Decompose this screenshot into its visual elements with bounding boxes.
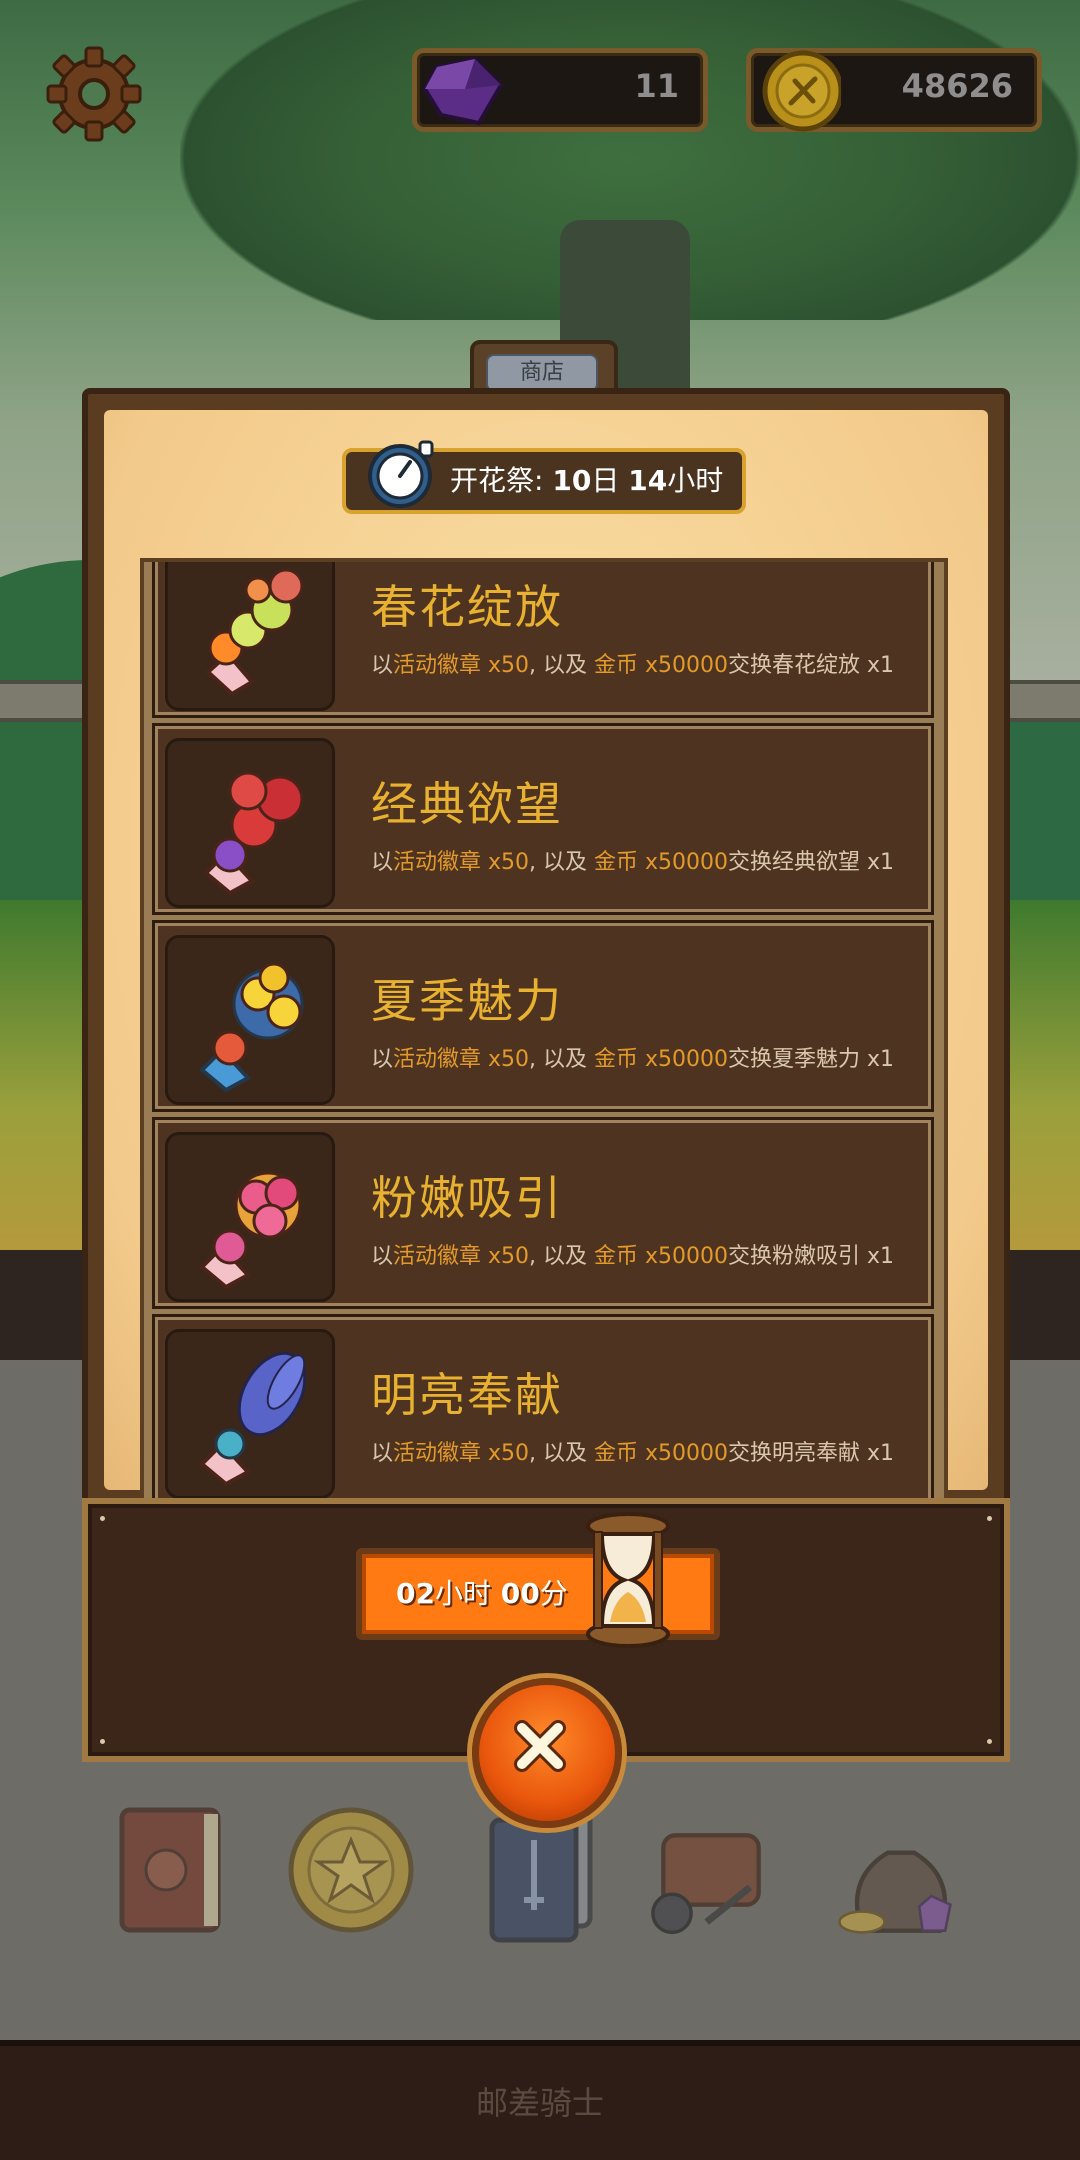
spring-bouquet-icon — [165, 562, 335, 711]
quest-book-icon[interactable] — [108, 1790, 238, 1950]
event-timer: 开花祭: 10日 14小时 — [342, 440, 746, 514]
item-description: 以活动徽章 x50, 以及 金币 x50000交换夏季魅力 x1 — [371, 1047, 895, 1072]
item-name: 明亮奉献 — [371, 1368, 563, 1422]
coin-count: 48626 — [901, 67, 1013, 105]
inventory-bag-icon[interactable] — [646, 1790, 776, 1950]
hourglass-icon — [586, 1512, 670, 1648]
event-days: 10 — [552, 464, 592, 497]
shop-item-list[interactable]: 春花绽放 以活动徽章 x50, 以及 金币 x50000交换春花绽放 x1 经典… — [140, 558, 948, 1502]
item-name: 夏季魅力 — [371, 974, 563, 1028]
lavender-bouquet-icon — [165, 1329, 335, 1499]
rivet — [987, 1739, 992, 1744]
pink-bouquet-icon — [165, 1132, 335, 1302]
item-name: 粉嫩吸引 — [371, 1171, 563, 1225]
close-icon — [514, 1720, 566, 1772]
coin-counter[interactable]: 48626 — [746, 48, 1042, 132]
shop-item[interactable]: 明亮奉献 以活动徽章 x50, 以及 金币 x50000交换明亮奉献 x1 — [152, 1314, 934, 1502]
event-timer-text: 开花祭: 10日 14小时 — [450, 452, 723, 510]
rivet — [100, 1516, 105, 1521]
gem-count: 11 — [634, 67, 679, 105]
close-button[interactable] — [472, 1678, 622, 1828]
rivet — [987, 1516, 992, 1521]
event-hours-unit: 小时 — [667, 464, 724, 497]
rose-bouquet-icon — [165, 738, 335, 908]
event-days-unit: 日 — [591, 464, 620, 497]
item-description: 以活动徽章 x50, 以及 金币 x50000交换经典欲望 x1 — [371, 850, 895, 875]
shop-tab-label: 商店 — [486, 354, 598, 392]
event-hours: 14 — [628, 464, 668, 497]
event-name: 开花祭: — [450, 464, 544, 497]
item-description: 以活动徽章 x50, 以及 金币 x50000交换明亮奉献 x1 — [371, 1441, 895, 1466]
item-description: 以活动徽章 x50, 以及 金币 x50000交换春花绽放 x1 — [371, 653, 895, 678]
footer-title: 邮差骑士 — [475, 2084, 604, 2122]
treasure-bag-icon[interactable] — [836, 1790, 966, 1950]
item-name: 春花绽放 — [371, 580, 563, 634]
stopwatch-icon — [368, 440, 434, 508]
gem-counter[interactable]: 11 — [412, 48, 708, 132]
gold-coin-icon — [762, 50, 841, 132]
gem-icon — [422, 56, 504, 126]
star-coin-icon[interactable] — [286, 1790, 416, 1950]
refresh-timer-text: 02小时 00分 — [396, 1577, 568, 1610]
daffodil-bouquet-icon — [165, 935, 335, 1105]
shop-item[interactable]: 经典欲望 以活动徽章 x50, 以及 金币 x50000交换经典欲望 x1 — [152, 723, 934, 915]
shop-item[interactable]: 夏季魅力 以活动徽章 x50, 以及 金币 x50000交换夏季魅力 x1 — [152, 920, 934, 1112]
settings-gear-icon[interactable] — [46, 46, 142, 142]
rivet — [100, 1739, 105, 1744]
shop-item[interactable]: 粉嫩吸引 以活动徽章 x50, 以及 金币 x50000交换粉嫩吸引 x1 — [152, 1117, 934, 1309]
shop-item[interactable]: 春花绽放 以活动徽章 x50, 以及 金币 x50000交换春花绽放 x1 — [152, 562, 934, 718]
item-name: 经典欲望 — [371, 777, 563, 831]
item-description: 以活动徽章 x50, 以及 金币 x50000交换粉嫩吸引 x1 — [371, 1244, 895, 1269]
